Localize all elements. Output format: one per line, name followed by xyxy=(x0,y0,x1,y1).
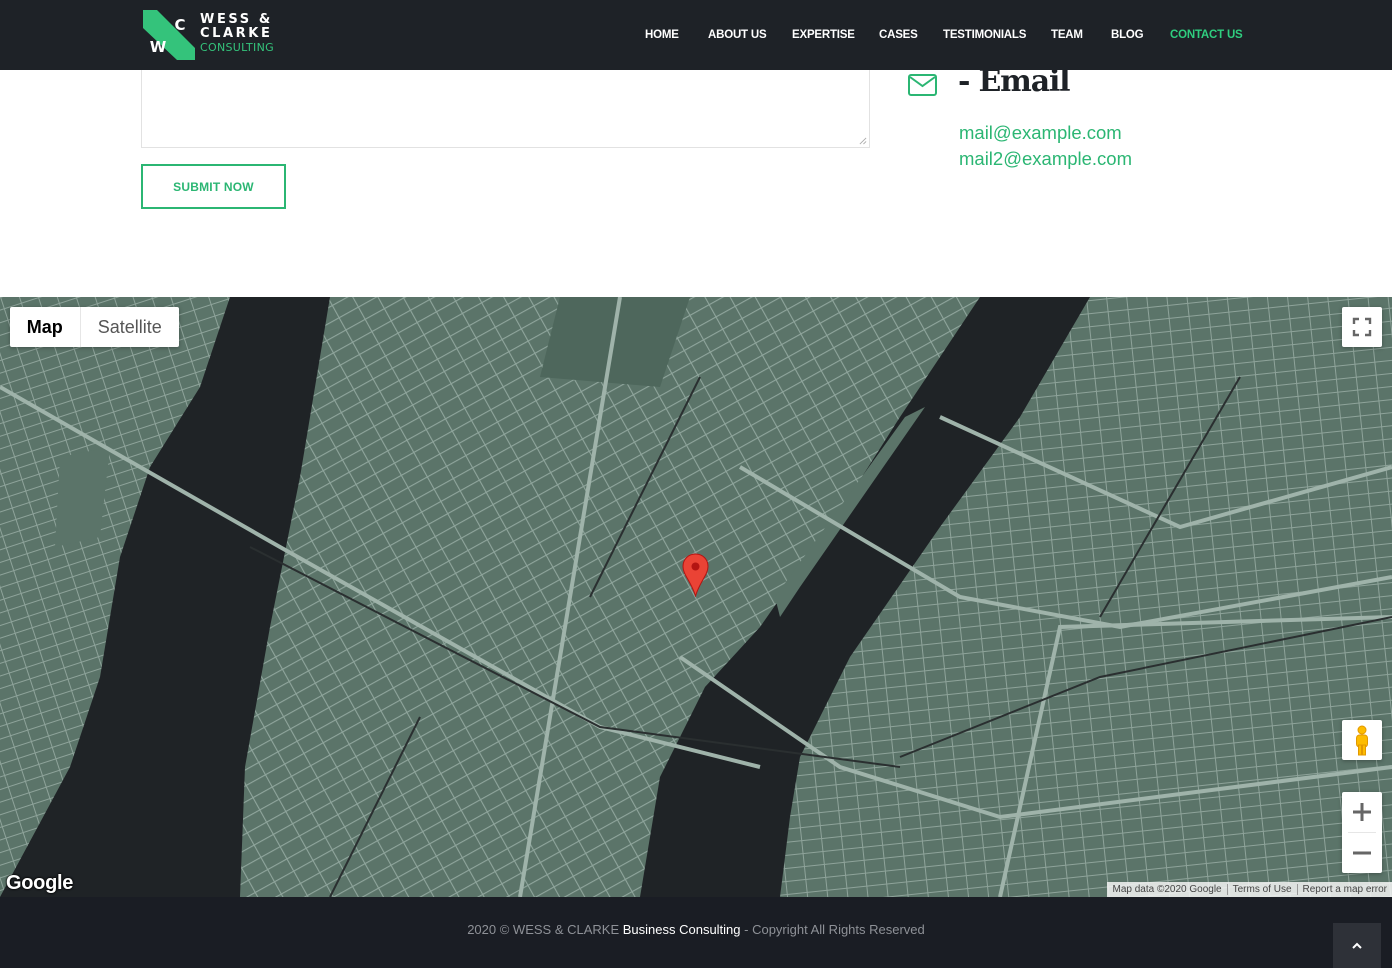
back-to-top-button[interactable] xyxy=(1333,923,1381,968)
nav-expertise[interactable]: EXPERTISE xyxy=(792,29,855,41)
copyright-prefix: 2020 © WESS & CLARKE xyxy=(467,922,623,937)
map-attribution: Map data ©2020 Google Terms of Use Repor… xyxy=(1107,882,1392,897)
nav-cases[interactable]: CASES xyxy=(879,29,918,41)
map-type-satellite-button[interactable]: Satellite xyxy=(81,307,179,347)
site-footer: 2020 © WESS & CLARKE Business Consulting… xyxy=(0,897,1392,968)
nav-about-us[interactable]: ABOUT US xyxy=(708,29,767,41)
zoom-in-icon[interactable] xyxy=(1342,792,1382,832)
nav-team[interactable]: TEAM xyxy=(1051,29,1083,41)
chevron-up-icon xyxy=(1352,942,1362,949)
nav-testimonials[interactable]: TESTIMONIALS xyxy=(943,29,1026,41)
google-logo[interactable]: Google xyxy=(6,872,73,895)
copyright-highlight: Business Consulting xyxy=(622,922,741,937)
zoom-control xyxy=(1342,792,1382,873)
map-type-map-button[interactable]: Map xyxy=(10,307,81,347)
nav-contact-us[interactable]: CONTACT US xyxy=(1170,29,1243,41)
mail-icon xyxy=(908,74,937,96)
email-link-1[interactable]: mail@example.com xyxy=(959,122,1122,144)
report-map-error-link[interactable]: Report a map error xyxy=(1298,884,1392,895)
copyright-suffix: - Copyright All Rights Reserved xyxy=(740,922,925,937)
map-type-control: Map Satellite xyxy=(10,307,179,347)
google-map[interactable]: Map Satellite Google Map data ©2020 Goog… xyxy=(0,297,1392,897)
fullscreen-icon xyxy=(1352,317,1372,337)
main-nav: HOME ABOUT US EXPERTISE CASES TESTIMONIA… xyxy=(0,0,1392,70)
map-marker-icon[interactable] xyxy=(682,553,709,597)
email-link-2[interactable]: mail2@example.com xyxy=(959,148,1132,170)
zoom-out-icon[interactable] xyxy=(1342,833,1382,873)
map-data-credit: Map data ©2020 Google xyxy=(1112,884,1222,895)
site-header: C W WESS & CLARKE CONSULTING HOME ABOUT … xyxy=(0,0,1392,70)
resize-grip-icon[interactable] xyxy=(859,137,867,145)
pegman-icon xyxy=(1356,725,1368,756)
fullscreen-button[interactable] xyxy=(1342,307,1382,347)
message-textarea[interactable] xyxy=(141,60,870,148)
nav-home[interactable]: HOME xyxy=(645,29,679,41)
copyright-text: 2020 © WESS & CLARKE Business Consulting… xyxy=(0,922,1392,937)
submit-button[interactable]: SUBMIT NOW xyxy=(141,164,286,209)
map-canvas[interactable] xyxy=(0,297,1392,897)
street-view-pegman[interactable] xyxy=(1342,720,1382,760)
nav-blog[interactable]: BLOG xyxy=(1111,29,1144,41)
terms-of-use-link[interactable]: Terms of Use xyxy=(1228,884,1297,895)
